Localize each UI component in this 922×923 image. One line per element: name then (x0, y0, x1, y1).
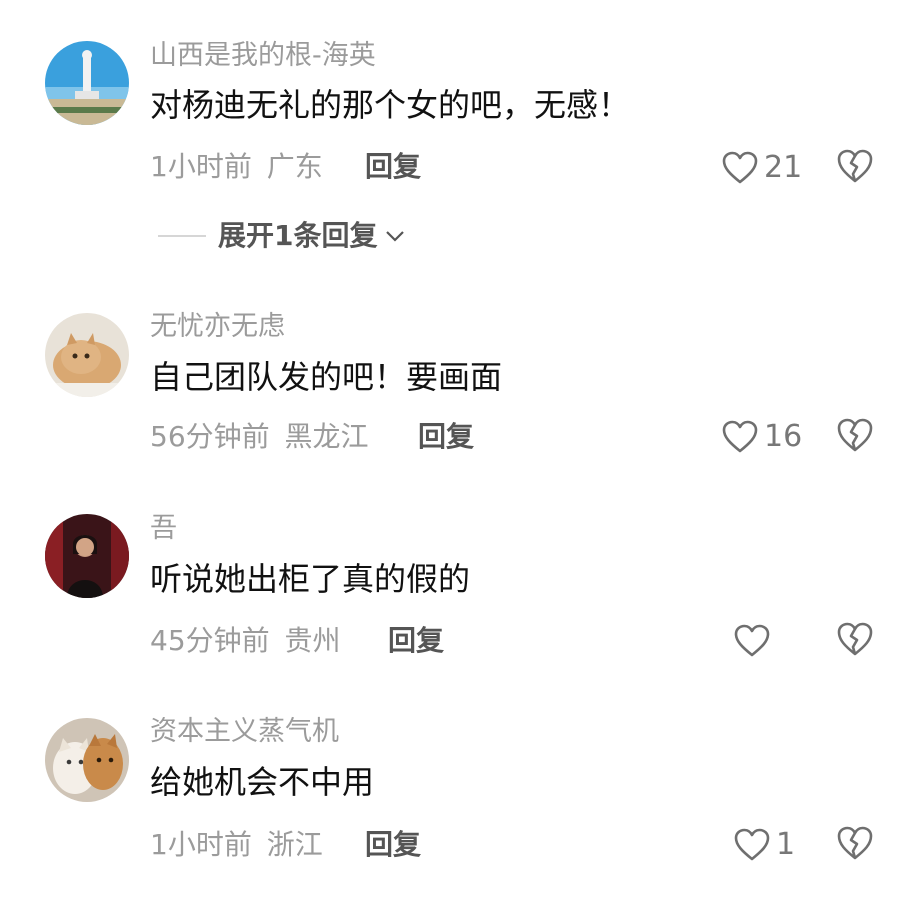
statue-landscape-avatar-icon (45, 41, 129, 125)
reply-button[interactable]: 回复 (365, 831, 421, 859)
avatar[interactable] (45, 514, 129, 598)
comment-meta: 1小时前 广东 (150, 153, 323, 181)
dislike-button[interactable] (836, 621, 876, 661)
kittens-avatar-icon (45, 718, 129, 802)
expand-replies-button[interactable]: 展开1条回复 (158, 222, 405, 250)
chevron-down-icon (386, 231, 405, 242)
avatar[interactable] (45, 718, 129, 802)
avatar[interactable] (45, 313, 129, 397)
comment-time: 1小时前 (150, 828, 252, 861)
comment-text: 自己团队发的吧！要画面 (150, 358, 503, 396)
heart-icon (734, 624, 770, 657)
like-count: 21 (764, 150, 803, 185)
username[interactable]: 无忧亦无虑 (150, 313, 285, 340)
comment-time: 56分钟前 (150, 420, 270, 453)
comment-meta: 56分钟前 黑龙江 (150, 423, 369, 451)
dislike-button[interactable] (836, 417, 876, 457)
comment-meta: 1小时前 浙江 (150, 831, 323, 859)
comment-location: 贵州 (284, 624, 341, 657)
comment-meta: 45分钟前 贵州 (150, 627, 341, 655)
heart-icon (734, 828, 770, 861)
heart-icon (722, 420, 758, 453)
like-button[interactable]: 21 (722, 148, 802, 188)
expand-divider (158, 235, 206, 237)
username[interactable]: 资本主义蒸气机 (150, 718, 339, 745)
reply-button[interactable]: 回复 (418, 423, 474, 451)
dislike-button[interactable] (836, 148, 876, 188)
broken-heart-icon (837, 418, 873, 452)
avatar[interactable] (45, 41, 129, 125)
username[interactable]: 吾 (150, 515, 177, 542)
comment-time: 1小时前 (150, 150, 252, 183)
broken-heart-icon (837, 149, 873, 183)
comment-time: 45分钟前 (150, 624, 270, 657)
expand-replies-label: 展开1条回复 (218, 219, 378, 252)
dislike-button[interactable] (836, 825, 876, 865)
woman-photo-avatar-icon (45, 514, 129, 598)
like-button[interactable] (734, 621, 770, 661)
comment-text: 听说她出柜了真的假的 (150, 560, 471, 598)
like-button[interactable]: 16 (722, 417, 802, 457)
comment-location: 黑龙江 (284, 420, 369, 453)
like-count: 16 (764, 419, 803, 454)
like-count: 1 (776, 827, 796, 862)
comment-text: 给她机会不中用 (150, 763, 375, 801)
comment-location: 广东 (266, 150, 323, 183)
username[interactable]: 山西是我的根-海英 (150, 42, 376, 69)
broken-heart-icon (837, 622, 873, 656)
cat-avatar-icon (45, 313, 129, 397)
broken-heart-icon (837, 826, 873, 860)
heart-icon (722, 151, 758, 184)
like-button[interactable]: 1 (734, 825, 795, 865)
reply-button[interactable]: 回复 (388, 627, 444, 655)
comment-text: 对杨迪无礼的那个女的吧，无感！ (150, 86, 631, 124)
comment-location: 浙江 (266, 828, 323, 861)
reply-button[interactable]: 回复 (365, 153, 421, 181)
